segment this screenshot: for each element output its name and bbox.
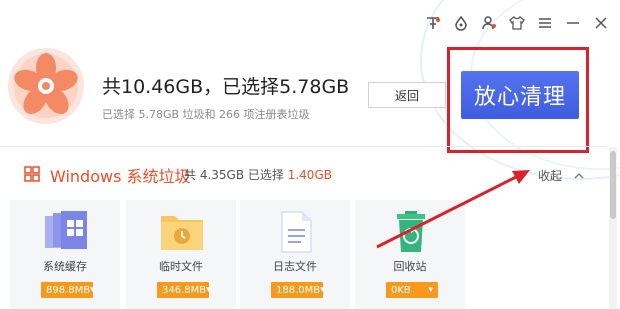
skin-icon[interactable] xyxy=(424,14,442,32)
collapse-label: 收起 xyxy=(538,169,563,183)
window-controls xyxy=(424,14,610,32)
card-label: 系统缓存 xyxy=(43,260,87,273)
windows-cache-icon xyxy=(45,211,87,249)
back-button[interactable]: 返回 xyxy=(368,82,446,108)
size-value: 346.8MB xyxy=(162,284,207,296)
size-dropdown[interactable]: 188.0MB ▾ xyxy=(271,282,325,298)
chevron-down-icon: ▾ xyxy=(90,285,95,295)
scrollbar[interactable] xyxy=(609,147,617,309)
section-title: Windows 系统垃圾 xyxy=(50,167,191,186)
category-card[interactable]: 系统缓存 898.8MB ▾ xyxy=(10,200,120,309)
clean-button[interactable]: 放心清理 xyxy=(461,71,579,119)
user-icon[interactable] xyxy=(480,14,498,32)
recycle-bin-icon xyxy=(397,211,425,252)
close-icon[interactable] xyxy=(592,14,610,32)
cleaner-window: 共10.46GB，已选择5.78GB 已选择 5.78GB 垃圾和 266 项注… xyxy=(0,0,620,309)
category-card[interactable]: 临时文件 346.8MB ▾ xyxy=(126,200,236,309)
chevron-down-icon: ▾ xyxy=(320,285,325,295)
shirt-icon[interactable] xyxy=(508,14,526,32)
category-card[interactable]: 日志文件 188.0MB ▾ xyxy=(240,200,350,309)
scroll-thumb[interactable] xyxy=(610,151,616,219)
card-label: 临时文件 xyxy=(159,260,203,273)
collapse-toggle[interactable]: 收起 xyxy=(538,167,584,184)
log-file-icon xyxy=(281,211,312,253)
chevron-up-icon xyxy=(574,172,584,178)
section-stats-prefix: 共 4.35GB 已选择 xyxy=(184,168,284,182)
size-value: 0KB xyxy=(391,284,411,296)
chevron-down-icon: ▾ xyxy=(206,285,211,295)
chevron-down-icon: ▾ xyxy=(428,285,433,295)
category-card[interactable]: 回收站 0KB ▾ xyxy=(355,200,465,309)
size-dropdown[interactable]: 346.8MB ▾ xyxy=(157,282,211,298)
section-header: Windows 系统垃圾 共 4.35GB 已选择 1.40GB 收起 xyxy=(0,158,610,188)
section-stats: 共 4.35GB 已选择 1.40GB xyxy=(184,166,332,183)
size-dropdown[interactable]: 0KB ▾ xyxy=(386,282,438,298)
size-value: 898.8MB xyxy=(46,284,91,296)
size-value: 188.0MB xyxy=(276,284,321,296)
card-label: 回收站 xyxy=(393,260,427,273)
menu-icon[interactable] xyxy=(536,14,554,32)
temp-folder-icon xyxy=(161,216,203,250)
grid-icon xyxy=(24,166,40,182)
scan-summary-title: 共10.46GB，已选择5.78GB xyxy=(102,76,350,98)
minimize-icon[interactable] xyxy=(564,14,582,32)
card-label: 日志文件 xyxy=(273,260,317,273)
size-dropdown[interactable]: 898.8MB ▾ xyxy=(41,282,95,298)
drop-icon[interactable] xyxy=(452,14,470,32)
divider xyxy=(0,146,605,147)
scan-summary-subtitle: 已选择 5.78GB 垃圾和 266 项注册表垃圾 xyxy=(102,108,310,121)
section-stats-selected: 1.40GB xyxy=(287,168,332,182)
fan-logo-icon xyxy=(8,48,84,124)
